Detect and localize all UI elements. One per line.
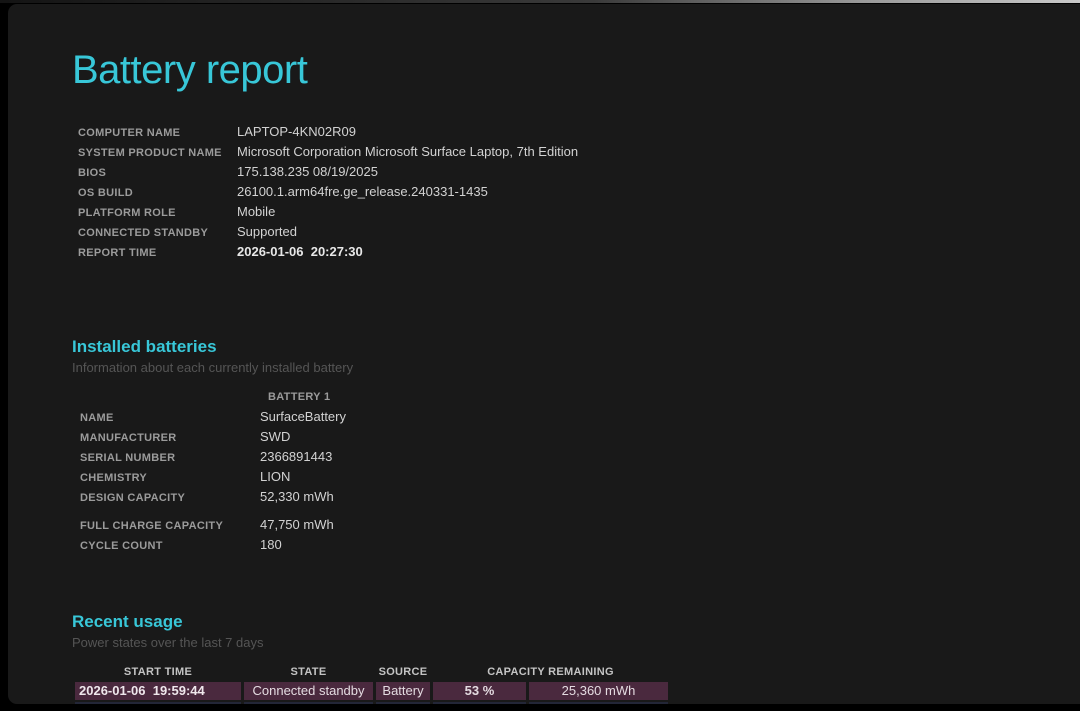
info-row-report-time: REPORT TIME 2026-01-06 20:27:30 — [72, 244, 1080, 264]
info-value: 180 — [260, 537, 282, 552]
recent-usage-subtitle: Power states over the last 7 days — [72, 635, 1080, 650]
battery-row-cycle-count: CYCLE COUNT 180 — [72, 537, 1080, 557]
info-label: PLATFORM ROLE — [72, 207, 237, 219]
battery-row-chemistry: CHEMISTRY LION — [72, 469, 1080, 489]
info-row-platform-role: PLATFORM ROLE Mobile — [72, 204, 1080, 224]
info-label: BIOS — [72, 167, 237, 179]
info-value: SWD — [260, 429, 290, 444]
usage-cell-source: Battery — [376, 682, 430, 700]
info-label: COMPUTER NAME — [72, 127, 237, 139]
recent-usage-section: Recent usage Power states over the last … — [72, 611, 1080, 704]
info-value: Mobile — [237, 204, 275, 219]
usage-header-source: SOURCE — [376, 664, 430, 680]
battery-row-serial-number: SERIAL NUMBER 2366891443 — [72, 449, 1080, 469]
info-value: LION — [260, 469, 290, 484]
info-value: 175.138.235 08/19/2025 — [237, 164, 378, 179]
info-label: FULL CHARGE CAPACITY — [72, 520, 260, 532]
recent-usage-heading: Recent usage — [72, 611, 1080, 633]
usage-cell-state: Connected standby — [244, 682, 373, 700]
info-value: Supported — [237, 224, 297, 239]
info-value: 47,750 mWh — [260, 517, 334, 532]
usage-cell-capacity-mwh: 25,360 mWh — [529, 702, 668, 704]
usage-cell-start-time: 20:03:44 — [75, 702, 241, 704]
usage-header-start-time: START TIME — [75, 664, 241, 680]
usage-cell-capacity-mwh: 25,360 mWh — [529, 682, 668, 700]
system-info-table: COMPUTER NAME LAPTOP-4KN02R09 SYSTEM PRO… — [72, 124, 1080, 264]
info-value: SurfaceBattery — [260, 409, 346, 424]
battery-info-table: BATTERY 1 NAME SurfaceBattery MANUFACTUR… — [72, 391, 1080, 557]
usage-header-capacity-remaining: CAPACITY REMAINING — [433, 664, 668, 680]
battery-report-page: Battery report COMPUTER NAME LAPTOP-4KN0… — [8, 4, 1080, 704]
info-label: NAME — [72, 412, 260, 424]
info-label: CHEMISTRY — [72, 472, 260, 484]
info-value: 52,330 mWh — [260, 489, 334, 504]
info-label: CYCLE COUNT — [72, 540, 260, 552]
info-label: SYSTEM PRODUCT NAME — [72, 147, 237, 159]
usage-cell-capacity-percent: 53 % — [433, 682, 526, 700]
info-row-os-build: OS BUILD 26100.1.arm64fre.ge_release.240… — [72, 184, 1080, 204]
info-label: CONNECTED STANDBY — [72, 227, 237, 239]
battery-row-name: NAME SurfaceBattery — [72, 409, 1080, 429]
installed-batteries-heading: Installed batteries — [72, 336, 1080, 358]
info-row-computer-name: COMPUTER NAME LAPTOP-4KN02R09 — [72, 124, 1080, 144]
info-value: 26100.1.arm64fre.ge_release.240331-1435 — [237, 184, 488, 199]
battery-row-design-capacity: DESIGN CAPACITY 52,330 mWh — [72, 489, 1080, 509]
info-label: MANUFACTURER — [72, 432, 260, 444]
info-value: 2366891443 — [260, 449, 332, 464]
installed-batteries-section: Installed batteries Information about ea… — [72, 336, 1080, 557]
info-row-connected-standby: CONNECTED STANDBY Supported — [72, 224, 1080, 244]
usage-cell-capacity-percent: 53 % — [433, 702, 526, 704]
battery-column-header: BATTERY 1 — [72, 391, 1080, 409]
info-label: REPORT TIME — [72, 247, 237, 259]
info-label: OS BUILD — [72, 187, 237, 199]
info-label: SERIAL NUMBER — [72, 452, 260, 464]
browser-chrome-edge — [0, 0, 1080, 3]
info-row-system-product-name: SYSTEM PRODUCT NAME Microsoft Corporatio… — [72, 144, 1080, 164]
report-content: Battery report COMPUTER NAME LAPTOP-4KN0… — [8, 4, 1080, 704]
info-value: LAPTOP-4KN02R09 — [237, 124, 356, 139]
page-title: Battery report — [72, 44, 1080, 96]
usage-cell-state: Suspended — [244, 702, 373, 704]
info-row-bios: BIOS 175.138.235 08/19/2025 — [72, 164, 1080, 184]
usage-cell-source — [376, 702, 430, 704]
info-label: DESIGN CAPACITY — [72, 492, 260, 504]
battery-row-full-charge-capacity: FULL CHARGE CAPACITY 47,750 mWh — [72, 517, 1080, 537]
report-time-value: 2026-01-06 20:27:30 — [237, 244, 363, 259]
battery-row-manufacturer: MANUFACTURER SWD — [72, 429, 1080, 449]
info-value: Microsoft Corporation Microsoft Surface … — [237, 144, 578, 159]
usage-cell-start-time: 2026-01-06 19:59:44 — [75, 682, 241, 700]
installed-batteries-subtitle: Information about each currently install… — [72, 360, 1080, 375]
recent-usage-table: START TIME STATE SOURCE CAPACITY REMAINI… — [75, 664, 668, 704]
usage-header-state: STATE — [244, 664, 373, 680]
